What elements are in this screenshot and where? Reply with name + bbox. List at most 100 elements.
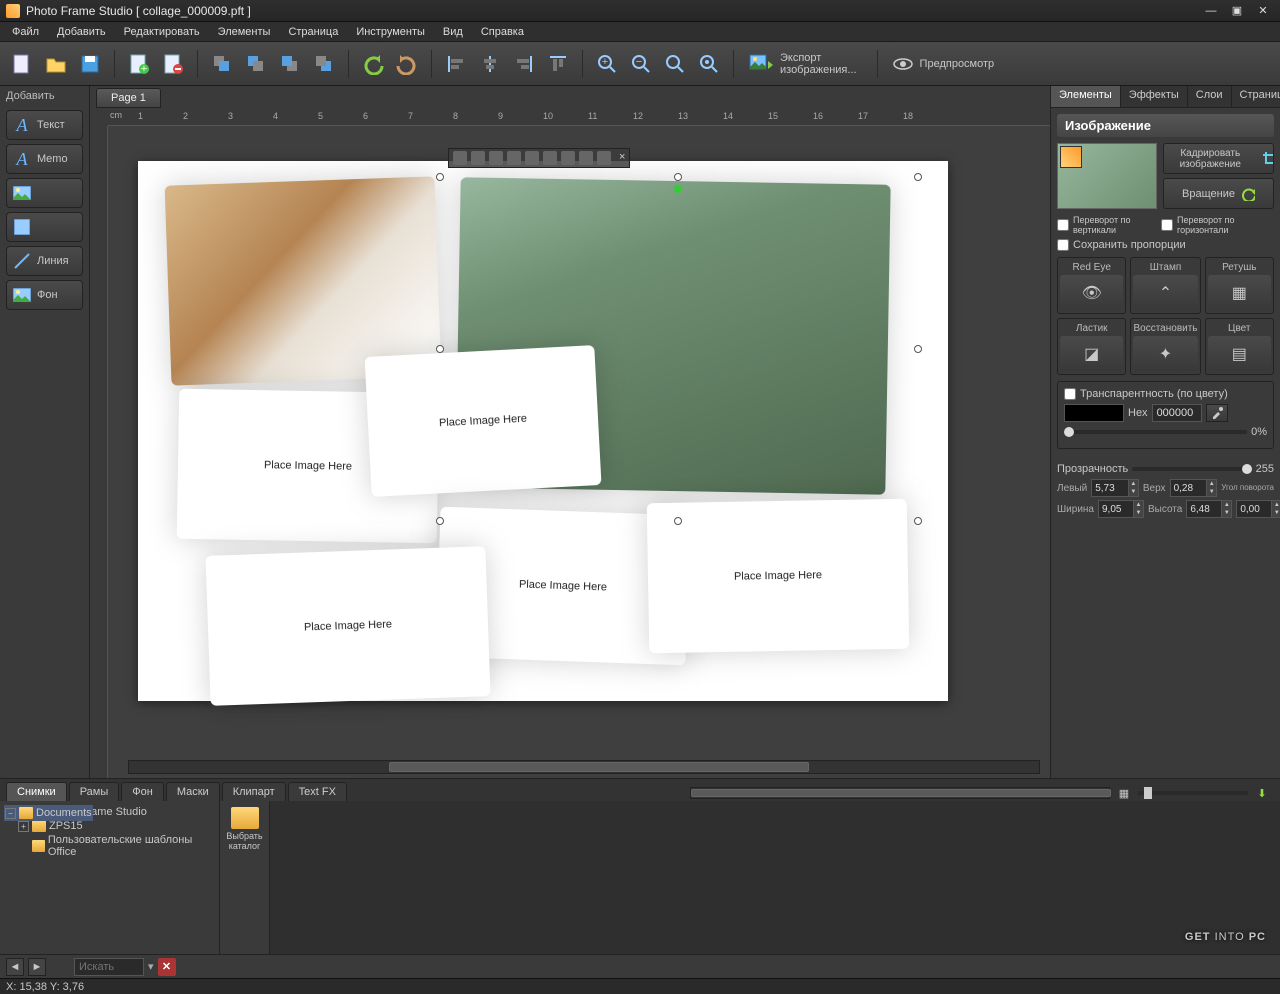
tolerance-slider[interactable] (1064, 430, 1247, 434)
ctx-tool-icon[interactable] (543, 151, 557, 165)
selection-handle[interactable] (914, 517, 922, 525)
clear-search-button[interactable]: ✕ (158, 958, 176, 976)
btab-clipart[interactable]: Клипарт (222, 782, 286, 801)
folder-tree[interactable]: −Documents +Photo Frame Studio +ZPS15 +П… (0, 801, 220, 954)
bring-forward-button[interactable] (242, 50, 270, 78)
thumbnail-area[interactable] (270, 801, 1280, 954)
selection-handle[interactable] (436, 173, 444, 181)
context-toolbar-close[interactable]: × (619, 151, 625, 165)
height-input[interactable]: ▲▼ (1186, 500, 1232, 518)
selection-handle[interactable] (914, 173, 922, 181)
eyedropper-button[interactable] (1206, 404, 1228, 422)
ctx-tool-icon[interactable] (525, 151, 539, 165)
add-text-button[interactable]: AТекст (6, 110, 83, 140)
selection-handle[interactable] (436, 517, 444, 525)
stamp-tool[interactable]: Штамп⌃ (1130, 257, 1200, 314)
tree-item[interactable]: +ZPS15 (4, 819, 215, 833)
add-page-button[interactable]: + (125, 50, 153, 78)
rotation-handle[interactable] (674, 185, 682, 193)
selection-handle[interactable] (674, 517, 682, 525)
canvas-h-scrollbar[interactable] (128, 760, 1040, 774)
tree-item-documents[interactable]: −Documents (4, 805, 93, 821)
thumbnails-icon[interactable]: ▦ (1116, 785, 1132, 801)
save-button[interactable] (76, 50, 104, 78)
color-swatch[interactable] (1064, 404, 1124, 422)
keep-ratio-checkbox[interactable]: Сохранить пропорции (1057, 239, 1274, 251)
zoom-actual-button[interactable] (695, 50, 723, 78)
search-input[interactable] (74, 958, 144, 976)
minimize-button[interactable]: — (1200, 3, 1222, 19)
color-tool[interactable]: Цвет▤ (1205, 318, 1274, 375)
flip-h-checkbox[interactable]: Переворот по горизонтали (1161, 215, 1257, 235)
align-top-button[interactable] (544, 50, 572, 78)
choose-catalog-button[interactable]: Выбрать каталог (220, 801, 270, 954)
hex-input[interactable] (1152, 404, 1202, 422)
eraser-tool[interactable]: Ластик◪ (1057, 318, 1126, 375)
add-memo-button[interactable]: AMemo (6, 144, 83, 174)
menu-edit[interactable]: Редактировать (116, 24, 208, 40)
ctx-tool-icon[interactable] (579, 151, 593, 165)
add-background-button[interactable]: Фон (6, 280, 83, 310)
top-input[interactable]: ▲▼ (1170, 479, 1218, 497)
opacity-slider[interactable] (1132, 467, 1251, 471)
menu-tools[interactable]: Инструменты (348, 24, 433, 40)
btab-masks[interactable]: Маски (166, 782, 220, 801)
add-shape-button[interactable] (6, 212, 83, 242)
width-input[interactable]: ▲▼ (1098, 500, 1144, 518)
context-toolbar[interactable]: × (448, 148, 630, 168)
collage-frame-5[interactable]: Place Image Here (647, 499, 910, 654)
rotation-input[interactable]: ▲▼ (1236, 500, 1280, 518)
selection-handle[interactable] (436, 345, 444, 353)
menu-view[interactable]: Вид (435, 24, 471, 40)
zoom-in-button[interactable]: + (593, 50, 621, 78)
selection-handle[interactable] (914, 345, 922, 353)
flip-v-checkbox[interactable]: Переворот по вертикали (1057, 215, 1153, 235)
new-button[interactable] (8, 50, 36, 78)
retouch-tool[interactable]: Ретушь▦ (1205, 257, 1274, 314)
thumb-h-scrollbar[interactable] (690, 787, 1110, 799)
open-button[interactable] (42, 50, 70, 78)
download-arrow-icon[interactable]: ⬇ (1254, 785, 1270, 801)
ctx-tool-icon[interactable] (453, 151, 467, 165)
image-thumbnail[interactable] (1057, 143, 1157, 209)
menu-help[interactable]: Справка (473, 24, 532, 40)
menu-add[interactable]: Добавить (49, 24, 114, 40)
collage-frame-3[interactable]: Place Image Here (364, 345, 601, 497)
prev-button[interactable]: ◄ (6, 958, 24, 976)
canvas-viewport[interactable]: Place Image Here Place Image Here Place … (108, 126, 1050, 778)
prop-tab-elements[interactable]: Элементы (1051, 86, 1121, 107)
add-line-button[interactable]: Линия (6, 246, 83, 276)
add-image-button[interactable] (6, 178, 83, 208)
page-tab-1[interactable]: Page 1 (96, 88, 161, 108)
redo-button[interactable] (393, 50, 421, 78)
zoom-fit-button[interactable] (661, 50, 689, 78)
send-back-button[interactable] (310, 50, 338, 78)
bring-front-button[interactable] (208, 50, 236, 78)
align-center-button[interactable] (476, 50, 504, 78)
restore-tool[interactable]: Восстановить✦ (1130, 318, 1200, 375)
btab-snapshots[interactable]: Снимки (6, 782, 67, 801)
next-button[interactable]: ► (28, 958, 46, 976)
ctx-tool-icon[interactable] (471, 151, 485, 165)
selection-handle[interactable] (674, 173, 682, 181)
btab-backgrounds[interactable]: Фон (121, 782, 164, 801)
align-left-button[interactable] (442, 50, 470, 78)
delete-page-button[interactable] (159, 50, 187, 78)
prop-tab-layers[interactable]: Слои (1188, 86, 1232, 107)
collage-frame-6[interactable]: Place Image Here (205, 546, 490, 706)
maximize-button[interactable]: ▣ (1226, 3, 1248, 19)
align-right-button[interactable] (510, 50, 538, 78)
send-backward-button[interactable] (276, 50, 304, 78)
thumbnail-zoom-slider[interactable] (1138, 791, 1248, 795)
prop-tab-page[interactable]: Страница (1232, 86, 1280, 107)
redeye-tool[interactable]: Red Eye👁 (1057, 257, 1126, 314)
ctx-tool-icon[interactable] (489, 151, 503, 165)
ctx-tool-icon[interactable] (597, 151, 611, 165)
ctx-tool-icon[interactable] (561, 151, 575, 165)
menu-file[interactable]: Файл (4, 24, 47, 40)
menu-page[interactable]: Страница (280, 24, 346, 40)
menu-elements[interactable]: Элементы (210, 24, 279, 40)
search-dropdown-icon[interactable]: ▾ (148, 960, 154, 973)
tree-item[interactable]: +Пользовательские шаблоны Office (4, 833, 215, 859)
preview-button[interactable]: Предпросмотр (888, 51, 1005, 77)
